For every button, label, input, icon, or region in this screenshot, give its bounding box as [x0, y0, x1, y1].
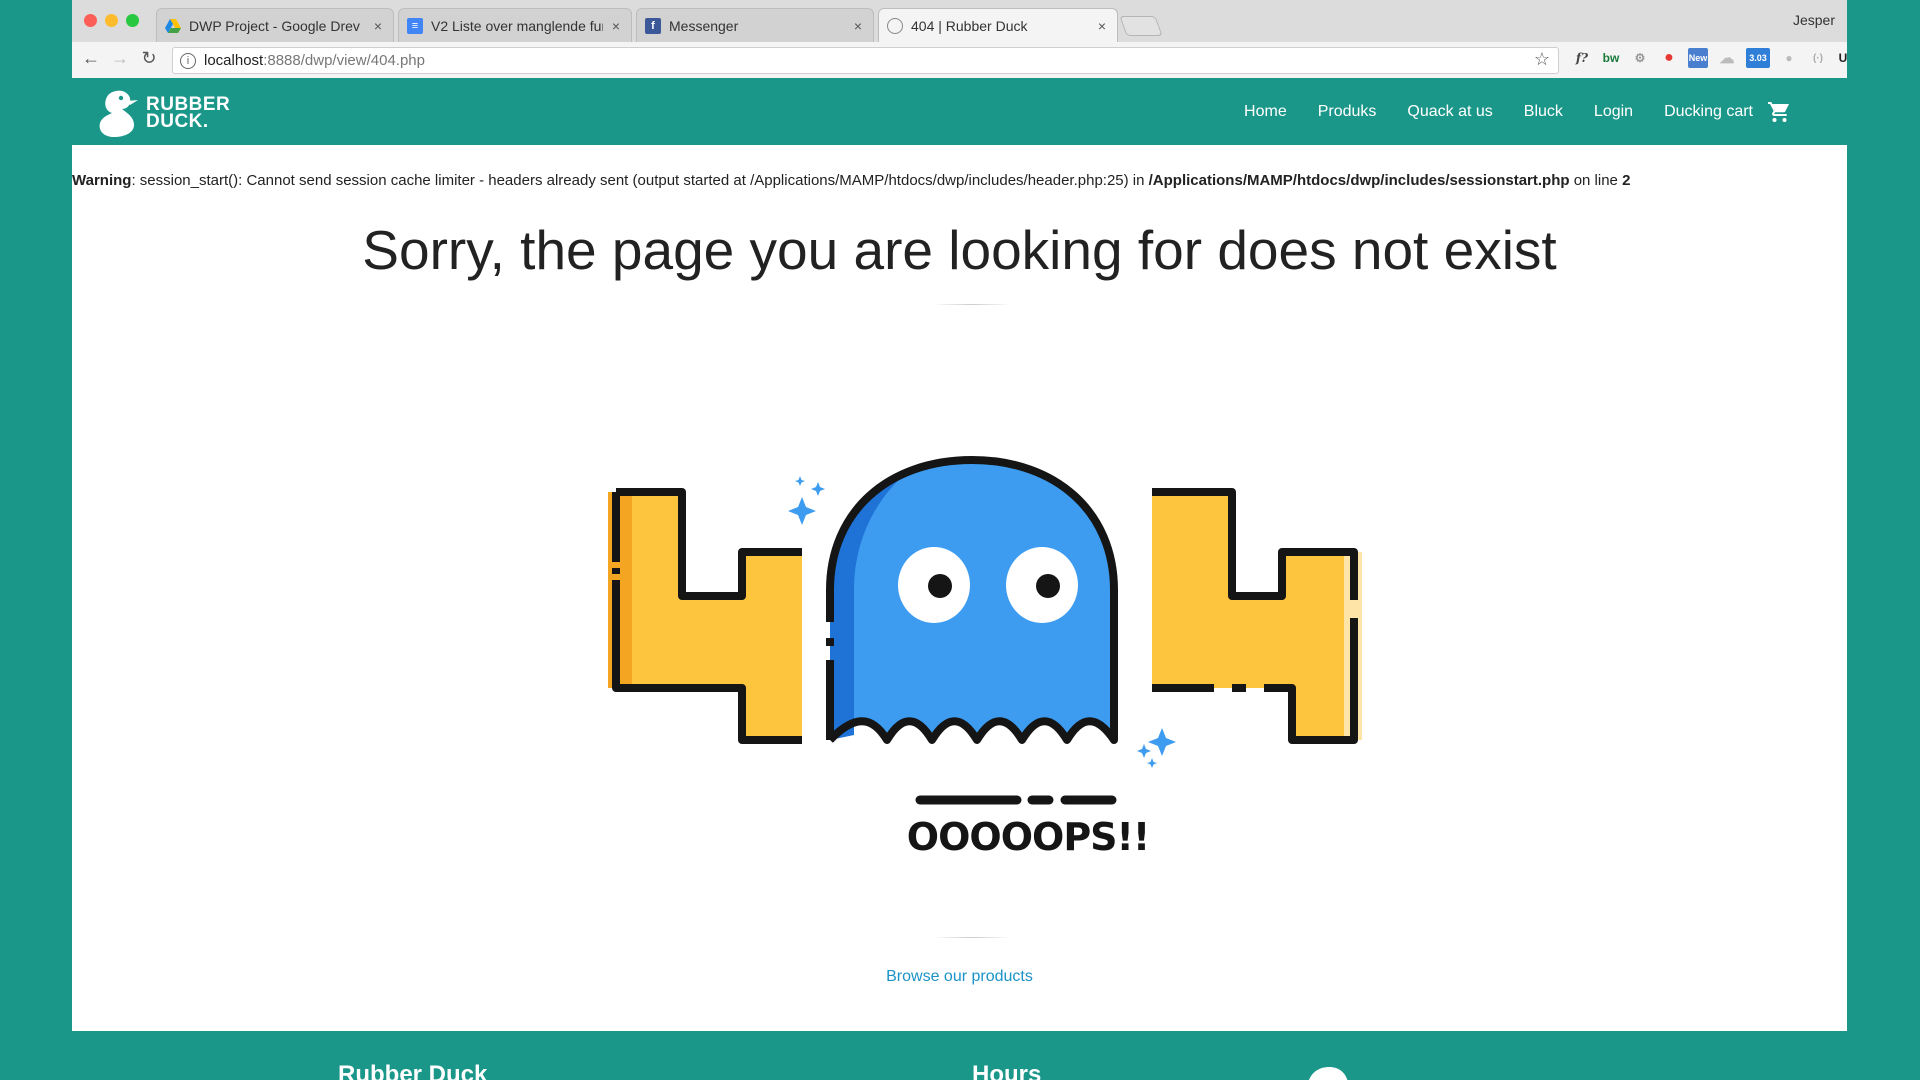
url-path: :8888/dwp/view/404.php	[263, 52, 425, 69]
left-four-shape	[608, 488, 802, 744]
nav-products[interactable]: Produks	[1318, 103, 1377, 121]
tab-messenger[interactable]: f Messenger ×	[636, 8, 874, 42]
site-header: RUBBER DUCK. Home Produks Quack at us Bl…	[72, 78, 1847, 145]
extension-icon[interactable]: New	[1688, 48, 1708, 68]
tab-rubber-duck[interactable]: 404 | Rubber Duck ×	[878, 8, 1118, 42]
extension-icon[interactable]: UX	[1837, 48, 1847, 68]
rubber-duck-favicon	[887, 17, 903, 34]
logo-text: RUBBER DUCK.	[146, 94, 231, 132]
forward-arrow-icon[interactable]: →	[109, 48, 131, 69]
extension-icon[interactable]: ⚙	[1630, 48, 1650, 68]
extension-icon[interactable]: f?	[1572, 48, 1592, 68]
tab-title: 404 | Rubber Duck	[911, 17, 1028, 34]
warning-line-text: on line	[1569, 172, 1623, 189]
php-warning: Warning: session_start(): Cannot send se…	[72, 172, 1847, 189]
oops-text: OOOOOPS!!	[907, 815, 1149, 859]
browser-window: DWP Project - Google Drev × ≡ V2 Liste o…	[72, 0, 1847, 1080]
url-host: localhost	[204, 52, 264, 69]
footer-title-hours: Hours	[972, 1061, 1042, 1080]
warning-message: : session_start(): Cannot send session c…	[131, 172, 1149, 189]
close-window-button[interactable]	[84, 14, 97, 27]
minimize-window-button[interactable]	[105, 14, 118, 27]
tab-title: DWP Project - Google Drev	[189, 17, 360, 34]
nav-quack-at-us[interactable]: Quack at us	[1407, 103, 1492, 121]
extension-icon[interactable]: ●	[1659, 48, 1679, 68]
warning-line-number: 2	[1622, 172, 1631, 189]
ghost-shape	[826, 456, 1118, 744]
profile-name[interactable]: Jesper	[1793, 12, 1835, 28]
main-nav: Home Produks Quack at us Bluck Login Duc…	[1213, 78, 1791, 145]
divider	[932, 937, 1012, 938]
back-arrow-icon[interactable]: ←	[80, 48, 102, 69]
bookmark-star-icon[interactable]: ☆	[1534, 49, 1550, 70]
site-footer: Rubber Duck Hours	[72, 1031, 1847, 1080]
404-ghost-illustration: OOOOOPS!!	[608, 456, 1362, 859]
divider	[932, 304, 1012, 305]
new-tab-button[interactable]	[1119, 16, 1163, 36]
browse-products-link[interactable]: Browse our products	[72, 968, 1847, 986]
tab-strip: DWP Project - Google Drev × ≡ V2 Liste o…	[72, 0, 1847, 43]
close-icon[interactable]: ×	[371, 18, 385, 34]
browser-toolbar: ← → ↻ i localhost:8888/dwp/view/404.php …	[72, 42, 1847, 79]
maximize-window-button[interactable]	[126, 14, 139, 27]
duck-logo-icon	[99, 90, 138, 137]
warning-label: Warning	[72, 172, 132, 189]
right-four-shape	[1152, 488, 1362, 744]
shopping-cart-icon[interactable]	[1767, 100, 1791, 124]
facebook-icon: f	[645, 17, 661, 34]
tab-google-drive[interactable]: DWP Project - Google Drev ×	[156, 8, 394, 42]
info-icon[interactable]: i	[180, 52, 196, 69]
extension-icon[interactable]: ●	[1779, 48, 1799, 68]
nav-bluck[interactable]: Bluck	[1524, 103, 1563, 121]
extension-icon[interactable]: 3.03	[1746, 48, 1770, 68]
tab-title: V2 Liste over manglende funkt	[431, 17, 603, 34]
google-drive-icon	[165, 18, 181, 34]
footer-title-rubber-duck: Rubber Duck	[338, 1061, 488, 1080]
extension-icon[interactable]: (·)	[1808, 48, 1828, 68]
nav-home[interactable]: Home	[1244, 103, 1287, 121]
nav-login[interactable]: Login	[1594, 103, 1633, 121]
reload-icon[interactable]: ↻	[138, 48, 160, 69]
address-bar[interactable]: i localhost:8888/dwp/view/404.php ☆	[172, 47, 1559, 74]
site-logo[interactable]: RUBBER DUCK.	[94, 87, 230, 139]
footer-duck-logo-icon	[1308, 1067, 1348, 1080]
nav-ducking-cart[interactable]: Ducking cart	[1664, 103, 1753, 121]
close-icon[interactable]: ×	[1095, 18, 1109, 34]
page-title: Sorry, the page you are looking for does…	[362, 219, 1557, 281]
close-icon[interactable]: ×	[609, 18, 623, 34]
google-docs-icon: ≡	[407, 17, 423, 34]
tab-title: Messenger	[669, 17, 739, 34]
warning-file: /Applications/MAMP/htdocs/dwp/includes/s…	[1148, 172, 1570, 189]
tab-google-docs[interactable]: ≡ V2 Liste over manglende funkt ×	[398, 8, 632, 42]
extension-icon[interactable]: ☁	[1717, 48, 1737, 68]
close-icon[interactable]: ×	[851, 18, 865, 34]
extension-icons: f? bw ⚙ ● New ☁ 3.03 ● (·) UX ▢ ⋮	[1572, 48, 1847, 68]
extension-icon[interactable]: bw	[1601, 48, 1621, 68]
